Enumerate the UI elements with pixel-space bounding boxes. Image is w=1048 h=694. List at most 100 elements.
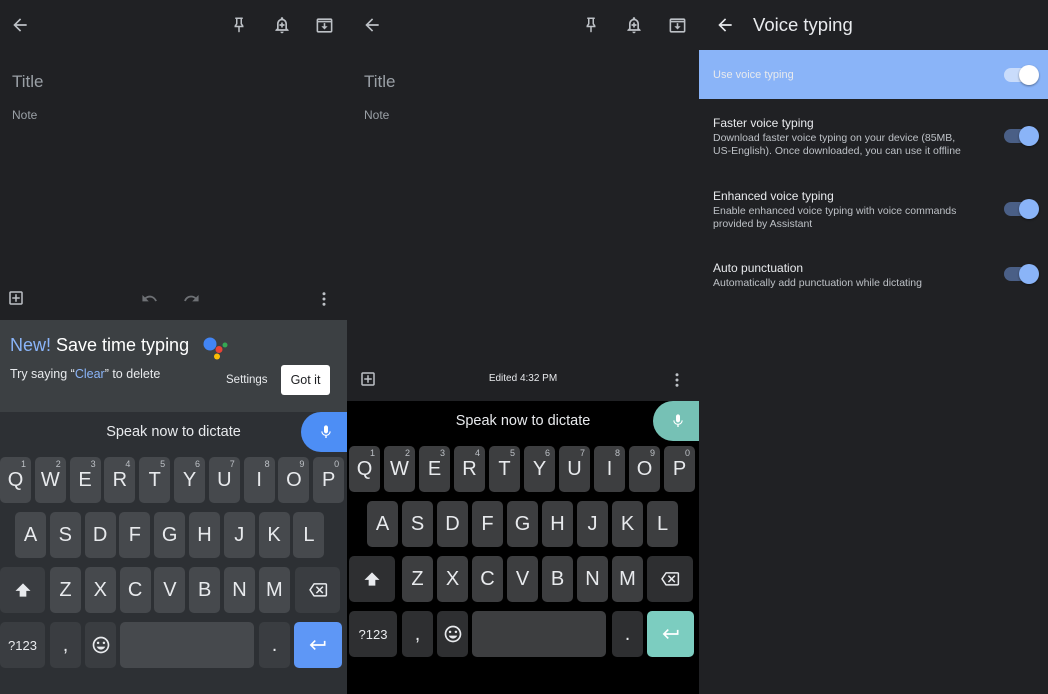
backspace-key[interactable] <box>295 567 340 613</box>
key-a[interactable]: A <box>367 501 398 547</box>
key-z[interactable]: Z <box>50 567 81 613</box>
key-d[interactable]: D <box>437 501 468 547</box>
key-y[interactable]: Y6 <box>524 446 555 492</box>
key-y[interactable]: Y6 <box>174 457 205 503</box>
setting-row-enhanced-voice-typing[interactable]: Enhanced voice typing Enable enhanced vo… <box>699 180 1048 240</box>
key-b[interactable]: B <box>189 567 221 613</box>
key-p[interactable]: P0 <box>664 446 695 492</box>
key-h[interactable]: H <box>189 512 220 558</box>
title-field[interactable]: Title <box>12 72 44 92</box>
key-j[interactable]: J <box>577 501 608 547</box>
key-g[interactable]: G <box>154 512 186 558</box>
emoji-key[interactable] <box>85 622 116 668</box>
key-e[interactable]: E3 <box>69 457 101 503</box>
key-l[interactable]: L <box>647 501 678 547</box>
bell-plus-icon[interactable] <box>622 13 646 37</box>
key-m[interactable]: M <box>258 567 290 613</box>
space-key[interactable] <box>472 611 606 657</box>
key-i[interactable]: I8 <box>243 457 275 503</box>
key-g[interactable]: G <box>507 501 538 547</box>
mic-button[interactable] <box>301 412 347 452</box>
period-key[interactable]: . <box>259 622 290 668</box>
key-a[interactable]: A <box>15 512 46 558</box>
setting-row-auto-punctuation[interactable]: Auto punctuation Automatically add punct… <box>699 252 1048 297</box>
key-u[interactable]: U7 <box>559 446 590 492</box>
key-o[interactable]: O9 <box>278 457 310 503</box>
key-n[interactable]: N <box>577 556 608 602</box>
toggle-switch[interactable] <box>1004 126 1039 146</box>
archive-icon[interactable] <box>312 13 336 37</box>
key-k[interactable]: K <box>258 512 290 558</box>
key-f[interactable]: F <box>472 501 503 547</box>
key-p[interactable]: P0 <box>313 457 345 503</box>
key-n[interactable]: N <box>224 567 255 613</box>
toggle-switch[interactable] <box>1004 65 1039 85</box>
key-e[interactable]: E3 <box>419 446 450 492</box>
symbols-key[interactable]: ?123 <box>349 611 397 657</box>
space-key[interactable] <box>120 622 254 668</box>
key-j[interactable]: J <box>223 512 255 558</box>
key-x[interactable]: X <box>84 567 116 613</box>
backspace-key[interactable] <box>647 556 693 602</box>
arrow-left-icon[interactable] <box>8 13 32 37</box>
key-k[interactable]: K <box>612 501 643 547</box>
settings-link[interactable]: Settings <box>226 374 268 386</box>
bell-plus-icon[interactable] <box>270 13 294 37</box>
archive-icon[interactable] <box>665 13 689 37</box>
mic-button[interactable] <box>653 401 699 441</box>
setting-row-faster-voice-typing[interactable]: Faster voice typing Download faster voic… <box>699 108 1048 168</box>
key-v[interactable]: V <box>507 556 538 602</box>
key-b[interactable]: B <box>542 556 573 602</box>
enter-key[interactable] <box>647 611 694 657</box>
undo-icon[interactable] <box>139 288 159 308</box>
key-c[interactable]: C <box>119 567 151 613</box>
key-q[interactable]: Q1 <box>349 446 380 492</box>
key-r[interactable]: R4 <box>104 457 136 503</box>
enter-key[interactable] <box>294 622 342 668</box>
arrow-left-icon[interactable] <box>360 13 384 37</box>
key-t[interactable]: T5 <box>489 446 520 492</box>
note-field[interactable]: Note <box>12 108 37 122</box>
key-d[interactable]: D <box>84 512 116 558</box>
emoji-key[interactable] <box>437 611 468 657</box>
pin-icon[interactable] <box>579 13 603 37</box>
key-z[interactable]: Z <box>402 556 433 602</box>
key-x[interactable]: X <box>437 556 468 602</box>
comma-key[interactable]: , <box>50 622 81 668</box>
key-o[interactable]: O9 <box>629 446 660 492</box>
key-q[interactable]: Q1 <box>0 457 31 503</box>
shift-key[interactable] <box>349 556 395 602</box>
key-f[interactable]: F <box>119 512 151 558</box>
key-y-hint: 6 <box>544 448 550 458</box>
key-s[interactable]: S <box>402 501 433 547</box>
note-field[interactable]: Note <box>364 108 389 122</box>
key-s[interactable]: S <box>49 512 81 558</box>
period-key[interactable]: . <box>612 611 643 657</box>
toggle-switch[interactable] <box>1004 199 1039 219</box>
symbols-key[interactable]: ?123 <box>0 622 45 668</box>
arrow-left-icon[interactable] <box>713 13 737 37</box>
more-vert-icon[interactable] <box>667 369 687 391</box>
key-l[interactable]: L <box>293 512 325 558</box>
toggle-switch[interactable] <box>1004 264 1039 284</box>
setting-row-use-voice-typing[interactable]: Use voice typing <box>699 50 1048 99</box>
redo-icon[interactable] <box>181 288 201 308</box>
key-m[interactable]: M <box>612 556 643 602</box>
key-r[interactable]: R4 <box>454 446 485 492</box>
more-vert-icon[interactable] <box>314 288 334 310</box>
key-h[interactable]: H <box>542 501 573 547</box>
key-v[interactable]: V <box>154 567 186 613</box>
add-box-icon[interactable] <box>5 287 27 309</box>
pin-icon[interactable] <box>227 13 251 37</box>
comma-key[interactable]: , <box>402 611 433 657</box>
key-i[interactable]: I8 <box>594 446 625 492</box>
key-w[interactable]: W2 <box>34 457 66 503</box>
shift-key[interactable] <box>0 567 45 613</box>
hint-suffix: ” to delete <box>104 367 161 381</box>
got-it-button[interactable]: Got it <box>281 365 330 395</box>
key-w[interactable]: W2 <box>384 446 415 492</box>
key-u[interactable]: U7 <box>208 457 240 503</box>
key-t[interactable]: T5 <box>139 457 171 503</box>
key-c[interactable]: C <box>472 556 503 602</box>
title-field[interactable]: Title <box>364 72 396 92</box>
